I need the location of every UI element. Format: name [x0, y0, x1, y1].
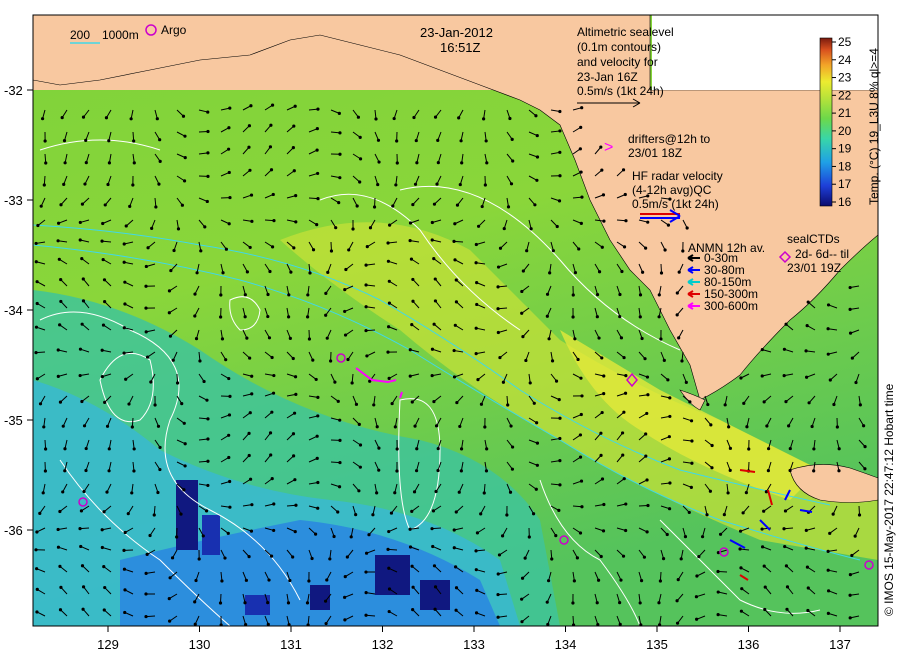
longitude-tick-label: 134	[555, 637, 577, 652]
longitude-tick-label: 136	[738, 637, 760, 652]
svg-text:>: >	[604, 139, 613, 156]
longitude-tick-label: 129	[97, 637, 119, 652]
colorbar-tick-label: 17	[838, 177, 852, 191]
cold-patch	[310, 585, 330, 610]
colorbar-tick-label: 22	[838, 88, 852, 102]
map-time: 16:51Z	[440, 40, 481, 55]
latitude-tick-label: -36	[4, 523, 23, 538]
longitude-tick-label: 137	[829, 637, 851, 652]
longitude-tick-label: 133	[463, 637, 485, 652]
bathy-legend-200: 200	[70, 28, 90, 42]
imos-credit: © IMOS 15-May-2017 22:47:12 Hobart time	[882, 383, 896, 616]
colorbar-tick-label: 24	[838, 53, 852, 67]
bathy-legend-1000: 1000m	[102, 28, 139, 42]
colorbar-tick-label: 21	[838, 106, 852, 120]
latitude-tick-label: -33	[4, 193, 23, 208]
latitude-tick-label: -34	[4, 303, 23, 318]
map-date: 23-Jan-2012	[420, 25, 493, 40]
longitude-tick-label: 131	[280, 637, 302, 652]
colorbar-tick-label: 25	[838, 35, 852, 49]
colorbar-tick-label: 23	[838, 71, 852, 85]
cold-patch	[375, 555, 410, 595]
longitude-tick-label: 135	[646, 637, 668, 652]
svg-text:2d- 6d-- til: 2d- 6d-- til	[795, 247, 849, 261]
svg-text:Altimetric sealevel: Altimetric sealevel	[577, 25, 674, 39]
svg-text:Temp. (°C) 19_L3U 8% ql>=4: Temp. (°C) 19_L3U 8% ql>=4	[867, 48, 881, 205]
svg-text:23/01 18Z: 23/01 18Z	[628, 146, 682, 160]
svg-text:HF radar velocity: HF radar velocity	[632, 169, 723, 183]
latitude-axis: -32 -33 -34 -35 -36	[4, 83, 33, 538]
svg-text:and velocity for: and velocity for	[577, 55, 658, 69]
latitude-tick-label: -35	[4, 413, 23, 428]
colorbar-tick-label: 19	[838, 142, 852, 156]
longitude-axis: 129 130 131 132 133 134 135 136 137	[97, 626, 851, 652]
svg-text:sealCTDs: sealCTDs	[787, 232, 840, 246]
longitude-tick-label: 130	[189, 637, 211, 652]
cold-patch	[176, 480, 198, 550]
svg-text:23-Jan 16Z: 23-Jan 16Z	[577, 70, 638, 84]
colorbar-tick-label: 20	[838, 124, 852, 138]
longitude-tick-label: 132	[372, 637, 394, 652]
latitude-tick-label: -32	[4, 83, 23, 98]
svg-text:drifters@12h to: drifters@12h to	[628, 132, 711, 146]
argo-legend-label: Argo	[161, 23, 187, 37]
anmn-legend-label: 300-600m	[704, 299, 758, 313]
svg-text:0.5m/s (1kt 24h): 0.5m/s (1kt 24h)	[577, 84, 664, 98]
cold-patch	[420, 580, 450, 610]
cold-patch	[202, 515, 220, 555]
sst-map: 129 130 131 132 133 134 135 136 137 -32 -33 -34 -35…	[4, 14, 896, 652]
svg-text:0.5m/s (1kt 24h): 0.5m/s (1kt 24h)	[632, 197, 719, 211]
svg-text:(0.1m contours): (0.1m contours)	[577, 40, 661, 54]
svg-text:(4-12h avg)QC: (4-12h avg)QC	[632, 183, 712, 197]
colorbar-tick-label: 16	[838, 195, 852, 209]
svg-text:23/01 19Z: 23/01 19Z	[787, 261, 841, 275]
colorbar-tick-label: 18	[838, 159, 852, 173]
